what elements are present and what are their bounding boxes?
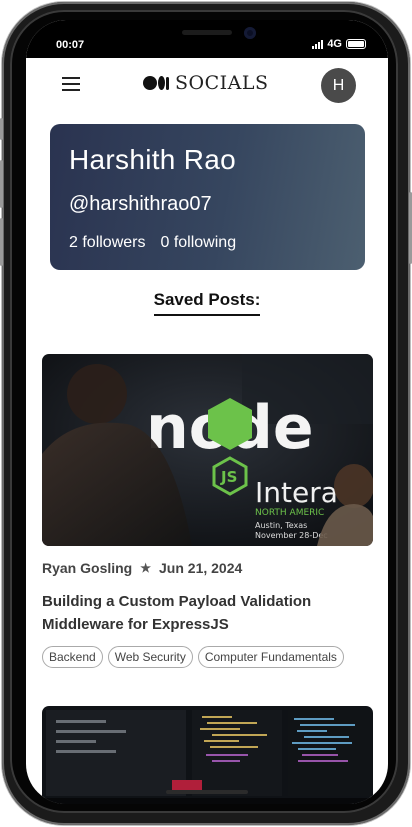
profile-name: Harshith Rao <box>69 144 237 175</box>
phone-screen: 00:07 4G SOCIALS H Harshith Rao @harshit… <box>26 20 388 804</box>
profile-card: Harshith Rao @harshithrao07 2 followers … <box>50 124 365 270</box>
profile-handle: @harshithrao07 <box>69 193 212 215</box>
app-header: SOCIALS H <box>26 58 388 112</box>
profile-stats: 2 followers 0 following <box>69 234 236 252</box>
phone-notch <box>108 20 306 50</box>
phone-side-button <box>0 118 3 140</box>
followers-count[interactable]: 2 followers <box>69 234 145 252</box>
speaker-grille <box>182 30 232 35</box>
hamburger-menu-icon[interactable] <box>62 77 80 91</box>
js-badge: JS <box>220 468 237 486</box>
app-logo[interactable]: SOCIALS <box>143 72 269 94</box>
status-indicators: 4G <box>312 38 366 50</box>
following-count[interactable]: 0 following <box>160 234 236 252</box>
post-author[interactable]: Ryan Gosling <box>42 560 132 576</box>
avatar-initial: H <box>332 76 345 94</box>
phone-volume-up <box>0 160 3 208</box>
event-name: Intera <box>255 476 338 509</box>
status-time: 00:07 <box>56 39 85 51</box>
user-avatar[interactable]: H <box>321 68 356 103</box>
home-indicator <box>166 790 248 794</box>
tag-chip[interactable]: Web Security <box>107 646 193 668</box>
post-tags: Backend Web Security Computer Fundamenta… <box>42 646 373 668</box>
event-city: Austin, Texas <box>255 521 307 530</box>
event-region: NORTH AMERIC <box>255 508 324 518</box>
event-dates: November 28-Dec <box>255 531 328 540</box>
post-meta: Ryan Gosling ★ Jun 21, 2024 <box>42 560 373 576</box>
post-title[interactable]: Building a Custom Payload Validation Mid… <box>42 590 373 636</box>
front-camera <box>244 27 256 39</box>
signal-icon <box>312 39 324 49</box>
tag-chip[interactable]: Computer Fundamentals <box>197 646 344 668</box>
saved-posts-title: Saved Posts: <box>153 290 261 316</box>
network-label: 4G <box>327 38 342 50</box>
post-cover-image[interactable]: node JS Intera NORTH AMERIC Austin, Texa… <box>42 354 373 546</box>
medium-logo-icon <box>143 76 169 90</box>
logo-text: SOCIALS <box>175 72 269 94</box>
phone-volume-down <box>0 218 3 266</box>
saved-posts-heading: Saved Posts: <box>26 290 388 316</box>
post-date: Jun 21, 2024 <box>159 560 243 576</box>
star-icon: ★ <box>140 561 151 575</box>
post-card[interactable]: node JS Intera NORTH AMERIC Austin, Texa… <box>42 354 373 668</box>
tag-chip[interactable]: Backend <box>42 646 103 668</box>
battery-icon <box>346 39 366 49</box>
